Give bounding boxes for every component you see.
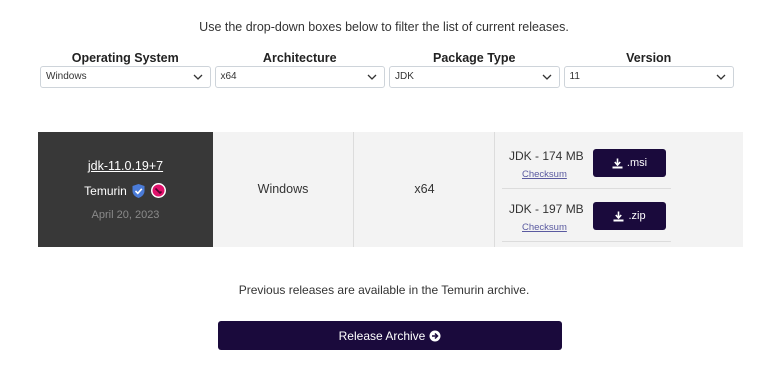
version-select[interactable]: 11 xyxy=(563,66,734,88)
filter-os: Operating System Windows xyxy=(38,50,213,88)
arch-select[interactable]: x64 xyxy=(214,66,385,88)
download-zip-label: .zip xyxy=(628,210,646,222)
chevron-down-icon xyxy=(716,74,726,80)
release-name-link[interactable]: jdk-11.0.19+7 xyxy=(38,159,213,173)
os-select[interactable]: Windows xyxy=(40,66,211,88)
download-row-msi: JDK - 174 MB Checksum .msi xyxy=(502,137,671,189)
release-row: jdk-11.0.19+7 Temurin April 20, 2023 Win… xyxy=(38,132,743,247)
filter-package-label: Package Type xyxy=(433,51,516,65)
download-icon xyxy=(612,158,623,168)
download-zip-button[interactable]: .zip xyxy=(593,202,666,230)
download-msi-label: .msi xyxy=(626,157,648,169)
filter-version-label: Version xyxy=(626,51,672,65)
release-archive-label: Release Archive xyxy=(338,328,426,343)
arrow-circle-right-icon xyxy=(429,330,441,341)
release-date: April 20, 2023 xyxy=(91,209,160,221)
version-select-value: 11 xyxy=(569,71,580,82)
verified-shield-icon xyxy=(132,183,145,198)
release-os: Windows xyxy=(213,132,354,247)
chevron-down-icon xyxy=(193,74,202,80)
downloads-cell: JDK - 174 MB Checksum .msi JDK - 197 MB … xyxy=(496,132,671,247)
filter-os-label: Operating System xyxy=(71,51,179,65)
release-arch: x64 xyxy=(355,132,495,247)
vendor-name: Temurin xyxy=(84,183,127,198)
package-select-value: JDK xyxy=(395,71,414,82)
os-select-value: Windows xyxy=(46,71,87,82)
checksum-link[interactable]: Checksum xyxy=(522,169,567,180)
download-row-zip: JDK - 197 MB Checksum .zip xyxy=(502,190,671,242)
release-info-cell: jdk-11.0.19+7 Temurin April 20, 2023 xyxy=(38,132,213,247)
release-archive-button[interactable]: Release Archive xyxy=(218,321,562,350)
download-size: JDK - 197 MB xyxy=(509,202,584,216)
package-select[interactable]: JDK xyxy=(389,66,560,88)
chevron-down-icon xyxy=(542,74,551,80)
intro-text: Use the drop-down boxes below to filter … xyxy=(199,20,569,34)
download-icon xyxy=(613,211,624,221)
filter-arch: Architecture x64 xyxy=(213,50,388,88)
aqavit-badge-icon xyxy=(150,183,166,198)
filter-package: Package Type JDK xyxy=(387,50,562,88)
download-msi-button[interactable]: .msi xyxy=(593,149,666,177)
filter-arch-label: Architecture xyxy=(262,51,337,65)
arch-select-value: x64 xyxy=(220,71,237,82)
filter-bar: Operating System Windows Architecture x6… xyxy=(38,50,736,88)
filter-version: Version 11 xyxy=(562,50,737,88)
checksum-link[interactable]: Checksum xyxy=(522,222,567,233)
chevron-down-icon xyxy=(367,74,377,80)
vendor-row: Temurin xyxy=(38,182,213,199)
download-size: JDK - 174 MB xyxy=(509,149,584,163)
archive-text: Previous releases are available in the T… xyxy=(238,283,530,297)
